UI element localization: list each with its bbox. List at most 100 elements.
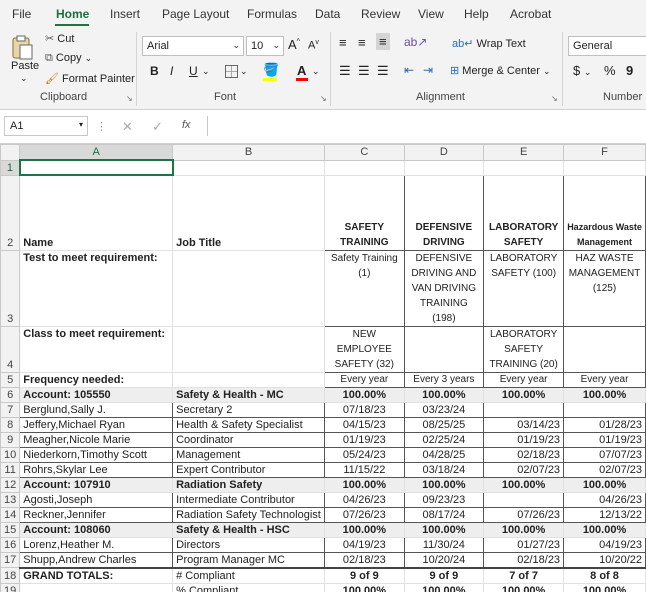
shrink-font-button[interactable]: Av xyxy=(308,39,319,52)
cell[interactable]: 100.00% xyxy=(483,521,565,538)
cell[interactable]: 8 of 8 xyxy=(563,566,646,584)
cell[interactable]: 9 of 9 xyxy=(403,566,485,584)
cell[interactable]: Account: 105550 xyxy=(19,386,174,403)
cell[interactable]: Class to meet requirement: xyxy=(19,325,174,373)
decrease-indent-icon[interactable]: ⇤ xyxy=(404,63,414,77)
tab-help[interactable]: Help xyxy=(464,7,489,21)
font-color-icon[interactable]: A xyxy=(297,63,306,78)
cell[interactable]: 02/18/23 xyxy=(483,551,565,568)
cell[interactable]: HAZ WASTE MANAGEMENT (125) xyxy=(563,249,646,327)
cell[interactable]: 100.00% xyxy=(403,521,485,538)
column-header-d[interactable]: D xyxy=(403,144,485,161)
tab-data[interactable]: Data xyxy=(315,7,340,21)
cell[interactable]: 11/30/24 xyxy=(403,536,485,553)
cell[interactable]: Intermediate Contributor xyxy=(172,491,326,508)
tab-page-layout[interactable]: Page Layout xyxy=(162,7,229,21)
align-right-icon[interactable]: ☰ xyxy=(377,63,389,79)
row-header[interactable]: 12 xyxy=(0,476,21,493)
cell[interactable]: Management xyxy=(172,446,326,463)
chevron-down-icon[interactable]: ⌄ xyxy=(202,66,210,77)
currency-button[interactable]: $ ⌄ xyxy=(573,63,591,78)
align-center-icon[interactable]: ☰ xyxy=(358,63,370,79)
row-header[interactable]: 8 xyxy=(0,416,21,433)
cell[interactable]: 100.00% xyxy=(563,386,646,403)
cell[interactable]: 01/19/23 xyxy=(483,431,565,448)
cell[interactable]: Safety Training (1) xyxy=(324,249,405,327)
cell[interactable] xyxy=(483,491,565,508)
increase-indent-icon[interactable]: ⇥ xyxy=(423,63,433,77)
tab-view[interactable]: View xyxy=(418,7,444,21)
tab-formulas[interactable]: Formulas xyxy=(247,7,297,21)
cell[interactable] xyxy=(172,249,326,327)
row-header[interactable]: 16 xyxy=(0,536,21,553)
cell[interactable]: 03/18/24 xyxy=(403,461,485,478)
cell[interactable] xyxy=(483,159,565,176)
cell[interactable]: GRAND TOTALS: xyxy=(19,566,174,584)
align-left-icon[interactable]: ☰ xyxy=(339,63,351,79)
row-header[interactable]: 1 xyxy=(0,159,21,176)
copy-button[interactable]: ⧉ Copy ⌄ xyxy=(45,52,92,65)
cell[interactable]: LABORATORY SAFETY xyxy=(483,174,565,251)
percent-button[interactable]: % xyxy=(604,63,616,78)
cell[interactable]: 08/25/25 xyxy=(403,416,485,433)
tab-review[interactable]: Review xyxy=(361,7,400,21)
fill-color-icon[interactable]: 🪣 xyxy=(263,62,279,78)
tab-acrobat[interactable]: Acrobat xyxy=(510,7,551,21)
align-top-icon[interactable]: ≡ xyxy=(339,35,347,50)
cell[interactable]: 08/17/24 xyxy=(403,506,485,523)
cell[interactable]: LABORATORY SAFETY (100) xyxy=(483,249,565,327)
cell[interactable]: DEFENSIVE DRIVING AND VAN DRIVING TRAINI… xyxy=(403,249,485,327)
cell[interactable]: 01/19/23 xyxy=(324,431,405,448)
cell[interactable]: Shupp,Andrew Charles xyxy=(19,551,174,568)
cell[interactable]: 100.00% xyxy=(563,582,646,592)
cell[interactable]: 04/19/23 xyxy=(324,536,405,553)
cell[interactable]: 01/28/23 xyxy=(563,416,646,433)
cell[interactable]: 100.00% xyxy=(324,582,405,592)
row-header[interactable]: 6 xyxy=(0,386,21,403)
column-header-a[interactable]: A xyxy=(19,144,174,161)
cell-a1-selected[interactable] xyxy=(18,159,174,176)
cell[interactable] xyxy=(172,371,326,388)
font-name-combo[interactable]: Arial ⌄ xyxy=(142,36,244,56)
row-header[interactable]: 4 xyxy=(0,325,21,373)
cell[interactable]: 02/18/23 xyxy=(483,446,565,463)
cell[interactable]: 100.00% xyxy=(324,521,405,538)
cell[interactable]: 10/20/24 xyxy=(403,551,485,568)
row-header[interactable]: 13 xyxy=(0,491,21,508)
column-header-b[interactable]: B xyxy=(172,144,326,161)
row-header[interactable]: 11 xyxy=(0,461,21,478)
tab-insert[interactable]: Insert xyxy=(110,7,140,21)
cell[interactable]: Secretary 2 xyxy=(172,401,326,418)
cell[interactable] xyxy=(563,325,646,373)
cell[interactable] xyxy=(563,401,646,418)
cell[interactable]: DEFENSIVE DRIVING xyxy=(403,174,485,251)
cell[interactable]: 04/26/23 xyxy=(324,491,405,508)
row-header[interactable]: 14 xyxy=(0,506,21,523)
grow-font-button[interactable]: A^ xyxy=(288,37,300,52)
cell[interactable]: Test to meet requirement: xyxy=(19,249,174,327)
formula-input[interactable] xyxy=(207,116,646,136)
cell[interactable] xyxy=(19,582,174,592)
insert-function-icon[interactable]: fx xyxy=(182,119,191,131)
row-header[interactable]: 15 xyxy=(0,521,21,538)
cell[interactable]: LABORATORY SAFETY TRAINING (20) xyxy=(483,325,565,373)
comma-style-button[interactable]: 9 xyxy=(626,63,633,78)
cell[interactable]: Health & Safety Specialist xyxy=(172,416,326,433)
cell[interactable]: 12/13/22 xyxy=(563,506,646,523)
row-header[interactable]: 18 xyxy=(0,567,21,584)
cell[interactable]: Expert Contributor xyxy=(172,461,326,478)
row-header[interactable]: 2 xyxy=(0,174,21,251)
cell[interactable]: 100.00% xyxy=(324,386,405,403)
cell[interactable]: Jeffery,Michael Ryan xyxy=(19,416,174,433)
cell[interactable]: 100.00% xyxy=(563,476,646,493)
dialog-launcher-icon[interactable]: ↘ xyxy=(551,94,558,103)
cell[interactable]: Job Title xyxy=(172,174,326,251)
cell[interactable]: 02/07/23 xyxy=(483,461,565,478)
format-painter-button[interactable]: 🖌 Format Painter xyxy=(45,72,135,85)
row-header[interactable]: 5 xyxy=(0,371,21,388)
cell[interactable]: Name xyxy=(19,174,174,251)
cell[interactable]: # Compliant xyxy=(172,566,326,584)
cell[interactable]: 100.00% xyxy=(483,476,565,493)
cell[interactable] xyxy=(563,159,646,176)
underline-button[interactable]: U xyxy=(189,64,198,78)
